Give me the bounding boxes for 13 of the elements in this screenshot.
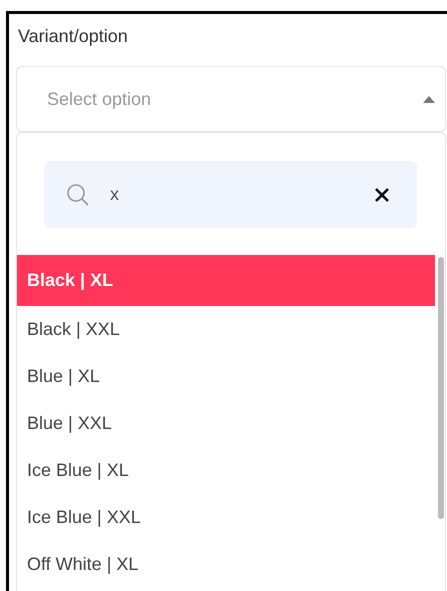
- option-item[interactable]: Blue | XXL: [17, 400, 435, 447]
- scrollbar[interactable]: [438, 257, 444, 519]
- option-item[interactable]: Black | XXL: [17, 306, 435, 353]
- field-label: Variant/option: [18, 26, 129, 48]
- option-item[interactable]: Ice Blue | XL: [17, 447, 435, 494]
- option-item[interactable]: Ice Blue | XXL: [17, 494, 435, 541]
- option-item[interactable]: Blue | XL: [17, 353, 435, 400]
- select-placeholder: Select option: [47, 88, 152, 110]
- search-icon: [66, 182, 90, 206]
- search-input[interactable]: x: [108, 183, 375, 206]
- option-item[interactable]: Black | XL: [17, 255, 435, 306]
- option-item[interactable]: Off White | XL: [17, 541, 435, 588]
- close-icon[interactable]: [375, 188, 389, 202]
